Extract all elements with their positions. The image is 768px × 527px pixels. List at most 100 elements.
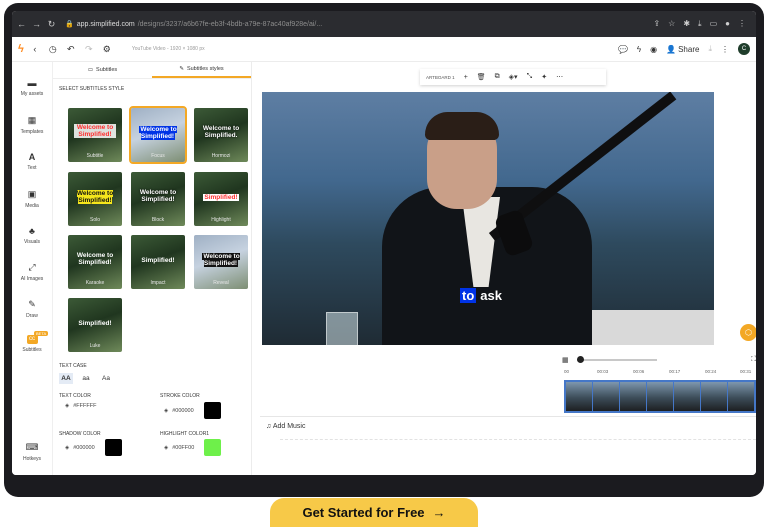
sidebar-item-label: Text xyxy=(27,165,37,171)
download-button-icon[interactable]: ⤓ xyxy=(708,44,712,54)
undo-icon[interactable]: ↶ xyxy=(64,44,78,55)
style-tile-impact[interactable]: Simplified! Impact xyxy=(131,235,185,289)
tab-subtitles[interactable]: ▭ Subtitles xyxy=(53,62,152,78)
tick-label: 00:06 xyxy=(633,369,645,374)
duplicate-icon[interactable]: ⧉ xyxy=(495,73,500,81)
reload-icon[interactable]: ↻ xyxy=(46,19,57,30)
music-track[interactable]: ♫ Add Music xyxy=(260,416,756,473)
zoom-slider[interactable] xyxy=(576,356,657,363)
grid-view-icon[interactable]: ▦ xyxy=(562,356,569,364)
back-arrow-icon[interactable]: ‹ xyxy=(28,44,42,54)
preview-icon[interactable]: ◉ xyxy=(650,45,657,54)
text-case-label: TEXT CASE xyxy=(59,363,87,369)
fullscreen-icon[interactable]: ⛶ xyxy=(751,356,756,364)
simplified-logo-icon[interactable]: ϟ xyxy=(18,43,24,55)
video-track[interactable] xyxy=(564,380,756,413)
resize-icon[interactable]: ⤡ xyxy=(527,73,533,81)
sidebar-item-text[interactable]: A Text xyxy=(12,152,52,171)
download-icon[interactable]: ⤓ xyxy=(698,19,702,29)
stroke-color-label: STROKE COLOR xyxy=(160,393,200,399)
highlight-color-swatch[interactable] xyxy=(204,439,222,456)
sidebar-item-visuals[interactable]: ♣ Visuals xyxy=(12,226,52,245)
case-upper-button[interactable]: AA xyxy=(59,373,73,384)
shadow-color-field[interactable]: ◈ #000000 xyxy=(65,439,122,456)
sidebar-item-hotkeys[interactable]: ⌨ Hotkeys xyxy=(12,442,52,462)
stroke-color-field[interactable]: ◈ #000000 xyxy=(164,402,221,419)
video-thumbnail xyxy=(593,382,619,411)
comments-icon[interactable]: 💬 xyxy=(618,45,628,54)
tab-label: Subtitles xyxy=(96,67,118,73)
share-page-icon[interactable]: ⇪ xyxy=(653,19,660,29)
profile-icon[interactable]: ● xyxy=(725,19,730,29)
bolt-icon[interactable]: ϟ xyxy=(637,45,641,54)
more-icon[interactable]: ⋮ xyxy=(721,45,729,54)
style-tile-focus[interactable]: Welcome to Simplified! Focus xyxy=(129,106,187,164)
url-path: /designs/3237/a6b67fe-eb3f-4bdb-a79e-87a… xyxy=(137,20,323,28)
help-hex-button[interactable]: ⬡ xyxy=(740,324,756,341)
caption-highlight-word: to xyxy=(460,288,477,303)
panel-tabs: ▭ Subtitles ✎ Subtitles styles xyxy=(53,62,251,79)
style-preview-text: Welcome to Simplified! xyxy=(139,189,177,203)
browser-bar: ← → ↻ 🔒 app.simplified.com/designs/3237/… xyxy=(12,11,756,37)
style-name: Luke xyxy=(89,343,101,349)
caption-word: ask xyxy=(480,288,502,303)
more-icon[interactable]: ⋯ xyxy=(556,73,563,81)
style-tile-subtitle[interactable]: Welcome to Simplified! Subtitle xyxy=(68,108,122,162)
stroke-color-swatch[interactable] xyxy=(203,402,221,419)
menu-icon[interactable]: ⋮ xyxy=(738,19,746,29)
sidebar-item-subtitles[interactable]: BETA cc Subtitles xyxy=(12,331,52,353)
back-icon[interactable]: ← xyxy=(16,19,27,29)
magic-icon[interactable]: ✦ xyxy=(541,73,547,81)
laptop-frame: ← → ↻ 🔒 app.simplified.com/designs/3237/… xyxy=(4,3,764,497)
get-started-button[interactable]: Get Started for Free → xyxy=(270,498,478,527)
style-tile-karaoke[interactable]: Welcome to Simplified! Karaoke xyxy=(68,235,122,289)
sidebar-item-ai-images[interactable]: ⤢ AI Images xyxy=(12,262,52,282)
sidebar-item-my-assets[interactable]: ▬ My assets xyxy=(12,78,52,97)
forward-icon[interactable]: → xyxy=(31,19,42,29)
highlight-color-field[interactable]: ◈ #00FF00 xyxy=(164,439,222,456)
extensions-icon[interactable]: ✱ xyxy=(683,19,690,29)
share-button[interactable]: 👤 Share xyxy=(666,45,699,54)
address-bar[interactable]: 🔒 app.simplified.com/designs/3237/a6b67f… xyxy=(65,16,653,32)
sidebar-item-templates[interactable]: ▦ Templates xyxy=(12,115,52,135)
case-title-button[interactable]: Aa xyxy=(99,373,113,384)
history-icon[interactable]: ◷ xyxy=(46,44,60,55)
tab-subtitles-styles[interactable]: ✎ Subtitles styles xyxy=(152,62,251,78)
timeline-ruler: 00 00:03 00:06 00:17 00:24 00:31 xyxy=(564,369,756,379)
video-frame[interactable]: to ask xyxy=(262,92,714,345)
sidebar-item-draw[interactable]: ✎ Draw xyxy=(12,299,52,319)
style-tile-highlight[interactable]: Simplified! Highlight xyxy=(194,172,248,226)
style-tile-reveal[interactable]: Welcome to Simplified! Reveal xyxy=(194,235,248,289)
settings-icon[interactable]: ⚙ xyxy=(100,44,114,55)
star-icon[interactable]: ☆ xyxy=(668,19,675,29)
tab-icon[interactable]: ▭ xyxy=(710,19,718,29)
style-tile-solo[interactable]: Welcome to Simplified! Solo xyxy=(68,172,122,226)
shadow-color-swatch[interactable] xyxy=(104,439,122,456)
canvas-area: ARTBOARD 1 + 🗑 ⧉ ◈▾ ⤡ ✦ ⋯ to ask ⬡ ▦ ⛶ 0… xyxy=(252,62,756,475)
avatar[interactable]: C xyxy=(738,43,750,55)
timeline-controls: ▦ ⛶ xyxy=(562,354,756,366)
arrow-right-icon: → xyxy=(432,505,446,520)
sidebar-item-label: Subtitles xyxy=(22,347,42,353)
sidebar-item-label: Templates xyxy=(20,129,44,135)
sidebar-item-media[interactable]: ▣ Media xyxy=(12,189,52,209)
subtitle-caption[interactable]: to ask xyxy=(460,288,502,303)
style-tile-luke[interactable]: Simplified! Luke xyxy=(68,298,122,352)
url-domain: app.simplified.com xyxy=(76,20,135,28)
fill-icon[interactable]: ◈▾ xyxy=(509,73,518,81)
sidebar-item-label: Visuals xyxy=(23,239,41,245)
add-music-button[interactable]: ♫ Add Music xyxy=(266,423,306,430)
redo-icon[interactable]: ↷ xyxy=(82,44,96,55)
zoom-slider-knob[interactable] xyxy=(576,356,584,363)
style-tile-hormozi[interactable]: Welcome to Simplified. Hormozi xyxy=(194,108,248,162)
style-tile-block[interactable]: Welcome to Simplified! Block xyxy=(131,172,185,226)
trash-icon[interactable]: 🗑 xyxy=(477,73,486,81)
sidebar-item-label: Media xyxy=(25,203,39,209)
text-color-field[interactable]: ◈ #FFFFFF xyxy=(65,403,96,409)
desk xyxy=(592,310,714,345)
add-icon[interactable]: + xyxy=(464,74,468,81)
case-lower-button[interactable]: aa xyxy=(79,373,93,384)
tick-label: 00:03 xyxy=(597,369,609,374)
video-thumbnail xyxy=(647,382,673,411)
style-name: Highlight xyxy=(211,217,231,223)
